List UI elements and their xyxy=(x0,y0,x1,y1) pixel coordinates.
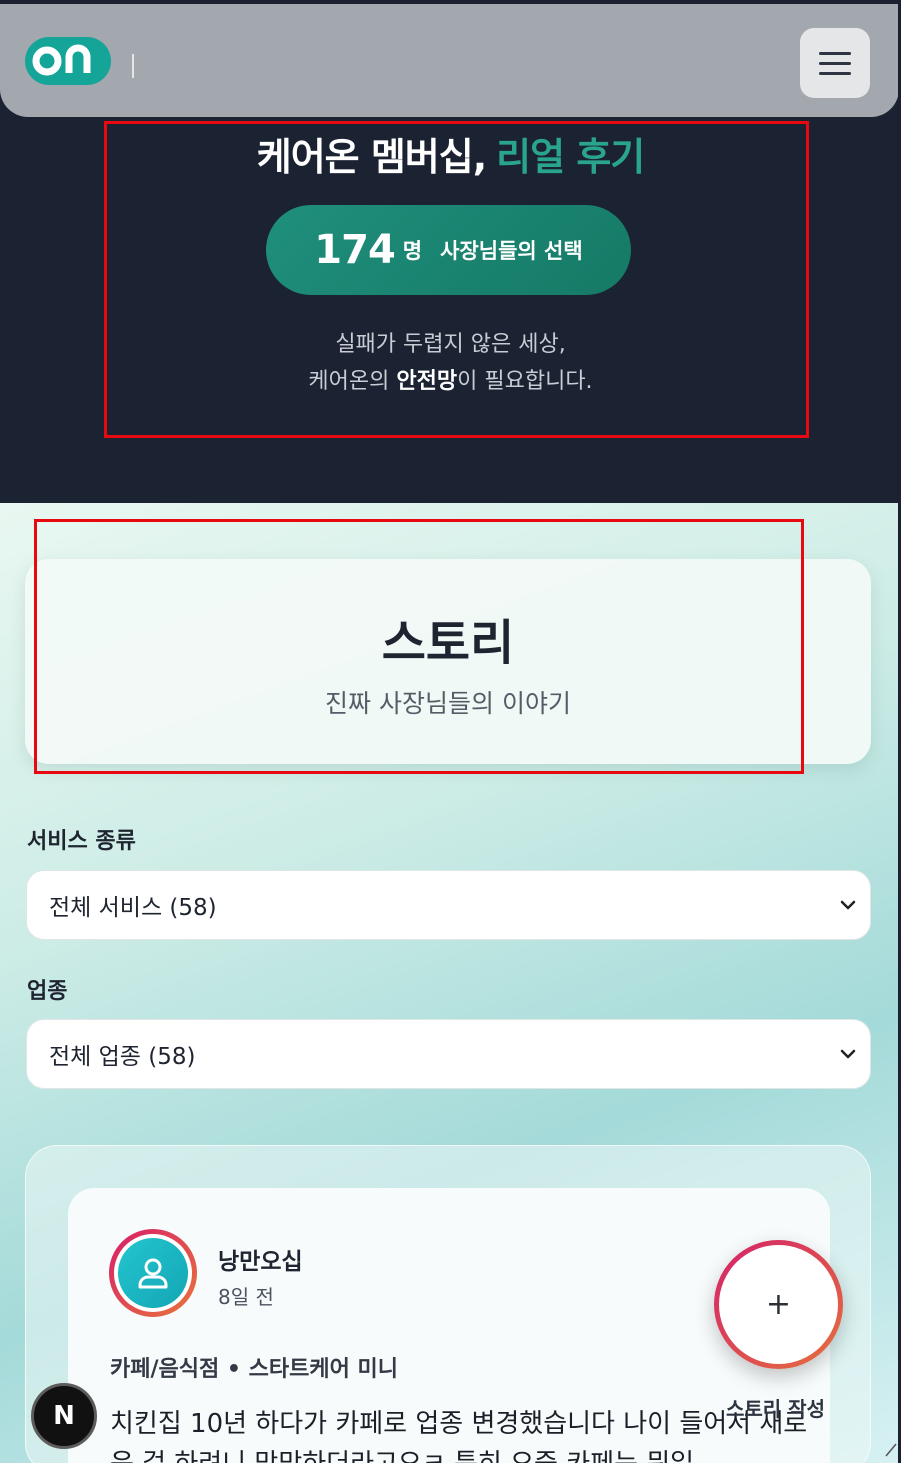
menu-button[interactable] xyxy=(800,28,870,98)
avatar[interactable] xyxy=(109,1229,197,1317)
plus-icon: + xyxy=(719,1245,838,1364)
post-category: 카페/음식점 • 스타트케어 미니 xyxy=(110,1357,398,1382)
post-author[interactable]: 낭만오십 xyxy=(218,1242,303,1276)
careon-logo[interactable] xyxy=(25,37,111,85)
post-body[interactable]: 치킨집 10년 하다가 카페로 업종 변경했습니다 나이 들어서 새로운 걸 하… xyxy=(110,1404,810,1463)
resize-handle-icon xyxy=(885,1443,897,1457)
write-story-button[interactable]: + xyxy=(714,1240,843,1369)
service-filter-label: 서비스 종류 xyxy=(27,829,136,854)
avatar-ring xyxy=(114,1234,192,1312)
logo-divider xyxy=(132,54,134,78)
write-story-label[interactable]: 스토리 작성 xyxy=(726,1393,825,1422)
top-header xyxy=(0,4,899,117)
chevron-down-icon xyxy=(840,1049,856,1059)
story-post-card[interactable]: 낭만오십 8일 전 카페/음식점 • 스타트케어 미니 치킨집 10년 하다가 … xyxy=(68,1188,830,1463)
industry-filter-label: 업종 xyxy=(27,979,68,1004)
page: 케어온 멤버십, 리얼 후기 174 명 사장님들의 선택 실패가 두렵지 않은 … xyxy=(0,0,901,1463)
nextjs-badge[interactable]: N xyxy=(31,1383,97,1449)
highlight-box-hero xyxy=(104,121,809,438)
hamburger-menu-icon-line xyxy=(819,61,851,65)
chevron-down-icon xyxy=(840,900,856,910)
hamburger-menu-icon xyxy=(819,51,851,55)
top-edge xyxy=(0,0,901,4)
hamburger-menu-icon-line xyxy=(819,71,851,75)
industry-select[interactable]: 전체 업종 (58) xyxy=(26,1019,871,1089)
highlight-box-story xyxy=(34,519,804,774)
user-icon xyxy=(138,1258,168,1289)
service-select-value: 전체 서비스 (58) xyxy=(49,895,217,921)
industry-select-value: 전체 업종 (58) xyxy=(49,1044,196,1070)
service-select[interactable]: 전체 서비스 (58) xyxy=(26,870,871,940)
avatar-core xyxy=(118,1238,188,1308)
post-time: 8일 전 xyxy=(218,1285,274,1309)
